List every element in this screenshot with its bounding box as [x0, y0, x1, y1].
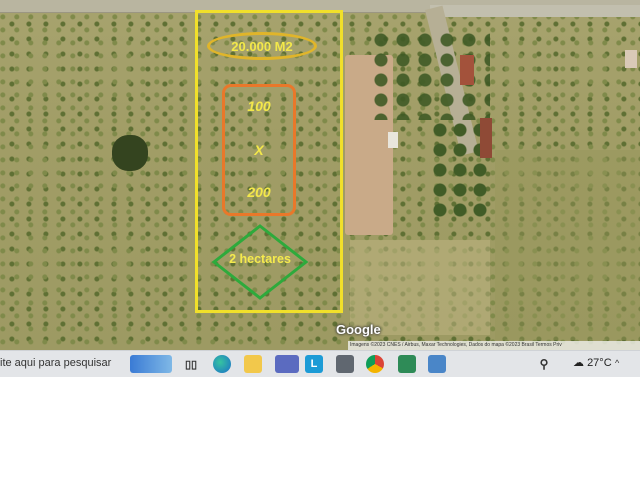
hectares-label: 2 hectares: [229, 252, 291, 266]
widgets-icon[interactable]: [130, 355, 172, 373]
person-icon[interactable]: ⚲: [535, 355, 553, 373]
google-logo: Google: [336, 322, 381, 337]
times-label: X: [254, 142, 264, 158]
file-explorer-icon[interactable]: [244, 355, 262, 373]
task-view-icon[interactable]: ▯▯: [182, 355, 200, 373]
edge-icon[interactable]: [213, 355, 231, 373]
satellite-map[interactable]: 20.000 M2 100 X 200 2 hectares Google Im…: [0, 0, 640, 350]
weather-widget[interactable]: ☁ 27°C: [573, 356, 612, 369]
weather-cloud-icon: ☁: [573, 357, 584, 369]
building: [625, 50, 637, 68]
building: [388, 132, 398, 148]
calculator-icon[interactable]: [336, 355, 354, 373]
road: [430, 5, 640, 17]
blank-area: [0, 377, 640, 480]
area-oval: 20.000 M2: [207, 32, 317, 60]
document-icon[interactable]: [428, 355, 446, 373]
building: [460, 55, 474, 85]
width-label: 100: [247, 98, 271, 114]
taskbar: ite aqui para pesquisar ▯▯ L ⚲ ☁ 27°C ^: [0, 350, 640, 377]
chrome-icon[interactable]: [366, 355, 384, 373]
tree-cluster: [112, 135, 148, 171]
building: [480, 118, 492, 158]
length-label: 200: [247, 184, 271, 200]
weather-temp: 27°C: [587, 357, 612, 369]
field: [350, 240, 490, 335]
system-tray-chevron-icon[interactable]: ^: [615, 358, 619, 368]
l-app-icon[interactable]: L: [305, 355, 323, 373]
field: [495, 150, 640, 340]
teams-icon[interactable]: [275, 355, 299, 373]
spreadsheet-icon[interactable]: [398, 355, 416, 373]
area-label: 20.000 M2: [231, 38, 293, 54]
taskbar-search[interactable]: ite aqui para pesquisar: [0, 357, 111, 369]
map-attribution[interactable]: Imagens ©2023 CNES / Airbus, Maxar Techn…: [348, 341, 640, 350]
